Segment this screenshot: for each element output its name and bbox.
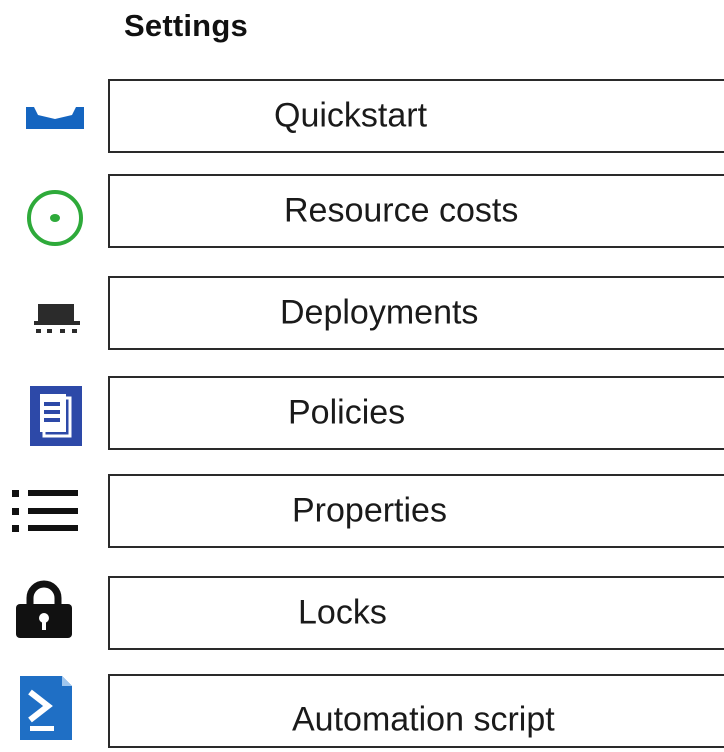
settings-row-deployments: Deployments <box>0 276 724 354</box>
menu-item-label: Properties <box>292 491 447 530</box>
policies-icon <box>30 386 82 446</box>
lock-icon <box>16 580 72 638</box>
menu-item-properties[interactable]: Properties <box>108 474 724 548</box>
menu-item-label: Quickstart <box>274 96 428 135</box>
menu-item-label: Deployments <box>280 293 479 332</box>
menu-item-resource-costs[interactable]: Resource costs <box>108 174 724 248</box>
settings-row-automation-script: Automation script <box>0 674 724 752</box>
properties-icon <box>12 490 78 532</box>
settings-title: Settings <box>124 8 248 43</box>
menu-item-label: Automation script <box>292 700 555 739</box>
resource-costs-icon <box>27 190 83 246</box>
menu-item-automation-script[interactable]: Automation script <box>108 674 724 748</box>
quickstart-icon <box>26 107 84 129</box>
menu-item-locks[interactable]: Locks <box>108 576 724 650</box>
menu-item-policies[interactable]: Policies <box>108 376 724 450</box>
menu-item-deployments[interactable]: Deployments <box>108 276 724 350</box>
menu-item-label: Locks <box>298 593 387 632</box>
settings-row-properties: Properties <box>0 474 724 552</box>
menu-item-quickstart[interactable]: Quickstart <box>108 79 724 153</box>
menu-item-label: Resource costs <box>284 191 519 230</box>
settings-row-resource-costs: Resource costs <box>0 174 724 252</box>
settings-row-policies: Policies <box>0 376 724 454</box>
settings-row-quickstart: Quickstart <box>0 79 724 157</box>
automation-script-icon <box>20 676 72 740</box>
settings-row-locks: Locks <box>0 576 724 654</box>
deployments-icon <box>34 304 80 333</box>
menu-item-label: Policies <box>288 393 406 432</box>
